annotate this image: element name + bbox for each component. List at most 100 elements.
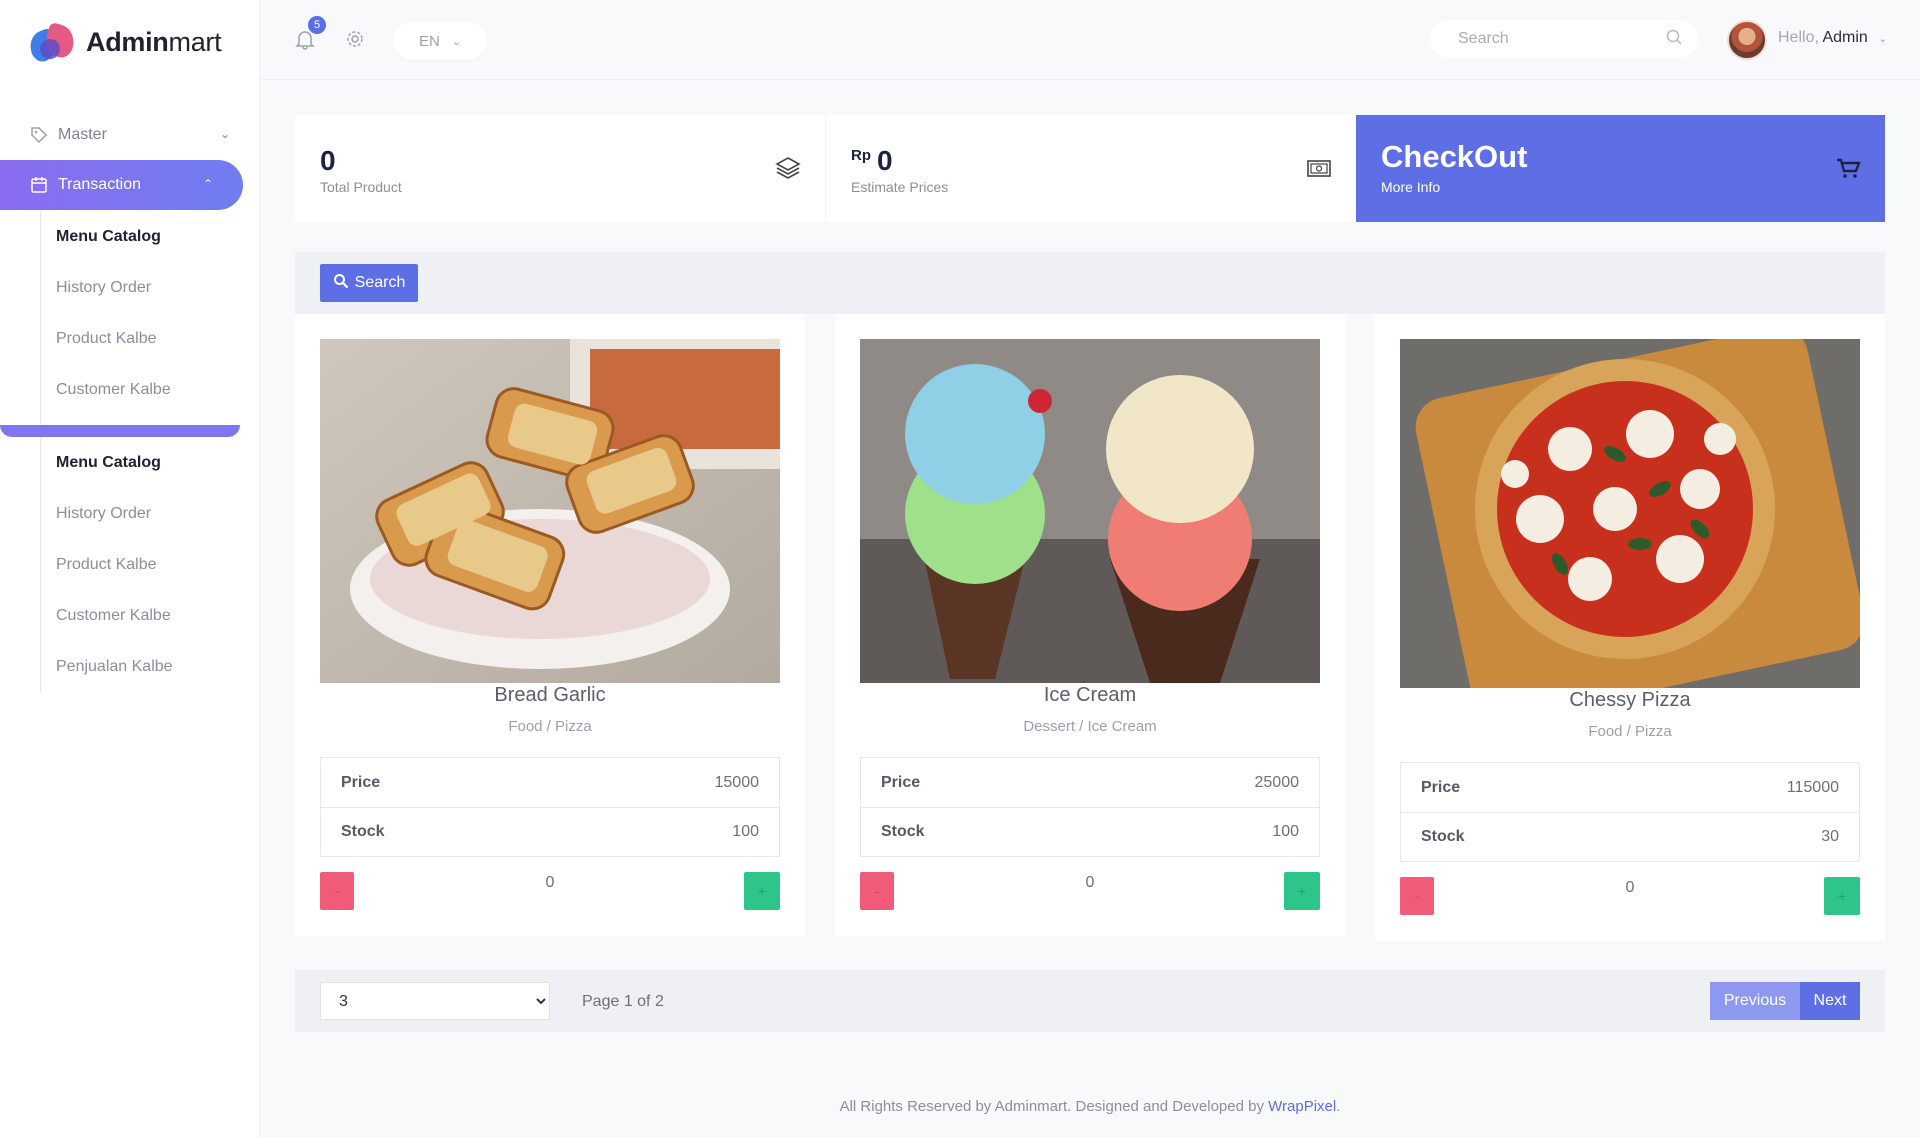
product-category: Food / Pizza [1588,723,1672,740]
submenu-customer-kalbe[interactable]: Customer Kalbe [40,364,260,415]
chessy-pizza-image [1400,339,1860,688]
previous-button[interactable]: Previous [1710,982,1800,1020]
total-product-label: Total Product [320,179,402,195]
estimate-label: Estimate Prices [851,179,949,195]
quantity-stepper: - 0 + [860,872,1320,910]
page-info: Page 1 of 2 [582,993,664,1010]
calendar-icon [30,176,48,194]
quantity-stepper: - 0 + [1400,877,1860,915]
submenu-history-order[interactable]: History Order [40,262,260,313]
quantity-value: 0 [1085,874,1095,891]
sidebar-nav: Master ⌄ Transaction ⌃ [0,110,260,210]
stock-row: Stock 100 [861,807,1319,856]
submenu-customer-kalbe[interactable]: Customer Kalbe [40,590,260,641]
pagination-bar: 3 Page 1 of 2 Previous Next [295,970,1885,1032]
checkout-title: CheckOut [1381,139,1528,174]
submenu-product-kalbe[interactable]: Product Kalbe [40,313,260,364]
search-bar [1430,20,1698,58]
next-button[interactable]: Next [1800,982,1860,1020]
stock-value: 30 [1821,828,1839,845]
stock-value: 100 [732,823,759,840]
wrappixel-link[interactable]: WrapPixel [1268,1098,1336,1115]
estimate-prices-card: Rp 0 Estimate Prices [825,115,1356,222]
brand-name: Adminmart [86,26,222,57]
language-select[interactable]: EN ⌄ [393,22,487,60]
submenu-penjualan-kalbe[interactable]: Penjualan Kalbe [40,641,260,692]
price-value: 25000 [1254,773,1300,791]
footer: All Rights Reserved by Adminmart. Design… [839,1098,1341,1115]
page-size-select[interactable]: 3 [320,982,550,1020]
bread-garlic-image [320,339,780,683]
increase-button[interactable]: + [1284,872,1320,910]
notification-badge: 5 [308,16,326,34]
topbar: 5 EN ⌄ Hello, Admin ⌄ [260,0,1920,80]
greeting-text: Hello, [1778,29,1819,46]
increase-button[interactable]: + [1824,877,1860,915]
section-divider [0,425,240,437]
product-name: Chessy Pizza [1569,689,1691,711]
stock-row: Stock 30 [1401,812,1859,861]
price-value: 115000 [1786,778,1839,796]
layers-icon [775,155,801,181]
sidebar-item-master[interactable]: Master ⌄ [0,110,260,160]
search-input[interactable] [1458,30,1665,48]
submenu-product-kalbe[interactable]: Product Kalbe [40,539,260,590]
sidebar-item-transaction[interactable]: Transaction ⌃ [0,160,243,210]
chevron-down-icon: ⌄ [1878,33,1888,45]
logo-icon [25,21,78,65]
product-card: Ice Cream Dessert / Ice Cream Price 25000… [835,314,1345,936]
brand-logo[interactable]: Adminmart [25,20,222,65]
stock-value: 100 [1272,823,1299,840]
search-button[interactable]: Search [320,264,418,302]
money-icon [1306,155,1332,181]
quantity-stepper: - 0 + [320,872,780,910]
increase-button[interactable]: + [744,872,780,910]
chevron-down-icon: ⌄ [451,35,462,48]
product-category: Food / Pizza [508,718,592,735]
search-icon [333,273,349,294]
search-icon[interactable] [1665,28,1683,51]
user-menu[interactable]: Hello, Admin ⌄ [1778,29,1888,47]
submenu-menu-catalog[interactable]: Menu Catalog [40,211,260,262]
total-product-value: 0 [320,145,336,176]
submenu-group-2: Menu Catalog History Order Product Kalbe… [0,437,260,692]
currency-label: Rp [851,146,871,164]
price-row: Price 15000 [341,773,760,791]
product-details: Price 115000 Stock 30 [1400,762,1860,862]
user-name: Admin [1822,29,1868,46]
product-name: Ice Cream [1043,684,1137,706]
avatar[interactable] [1727,20,1767,60]
tag-icon [30,126,48,144]
sidebar-item-label: Master [58,126,107,143]
product-details: Price 15000 Stock 100 [320,757,780,857]
product-category: Dessert / Ice Cream [1023,718,1157,735]
quantity-value: 0 [545,874,555,891]
total-product-card: 0 Total Product [295,115,825,222]
sidebar-item-label: Transaction [58,176,141,193]
chevron-down-icon: ⌄ [219,127,230,141]
price-value: 15000 [714,773,760,791]
product-details: Price 25000 Stock 100 [860,757,1320,857]
chevron-up-icon: ⌃ [202,177,213,191]
price-row: Price 115000 [1421,778,1839,796]
search-toolbar: Search [295,252,1885,314]
quantity-value: 0 [1625,879,1635,896]
sidebar: Adminmart Master ⌄ Transaction ⌃ Menu Ca… [0,0,260,1137]
estimate-value: Rp 0 [851,145,893,176]
search-button-label: Search [354,274,406,291]
product-name: Bread Garlic [494,684,606,706]
stock-row: Stock 100 [321,807,779,856]
cart-icon [1835,155,1861,181]
more-info-link[interactable]: More Info [1381,179,1440,195]
product-card: Chessy Pizza Food / Pizza Price 115000 St… [1375,314,1885,941]
footer-text: All Rights Reserved by Adminmart. Design… [839,1098,1269,1115]
ice-cream-image [860,339,1320,683]
price-row: Price 25000 [881,773,1300,791]
submenu-group-1: Menu Catalog History Order Product Kalbe… [0,211,260,443]
submenu-history-order[interactable]: History Order [40,488,260,539]
checkout-card[interactable]: CheckOut More Info [1356,115,1885,222]
gear-icon[interactable] [344,28,366,50]
language-value: EN [418,32,440,50]
product-card: Bread Garlic Food / Pizza Price 15000 Sto… [295,314,805,936]
submenu-menu-catalog[interactable]: Menu Catalog [40,437,260,488]
